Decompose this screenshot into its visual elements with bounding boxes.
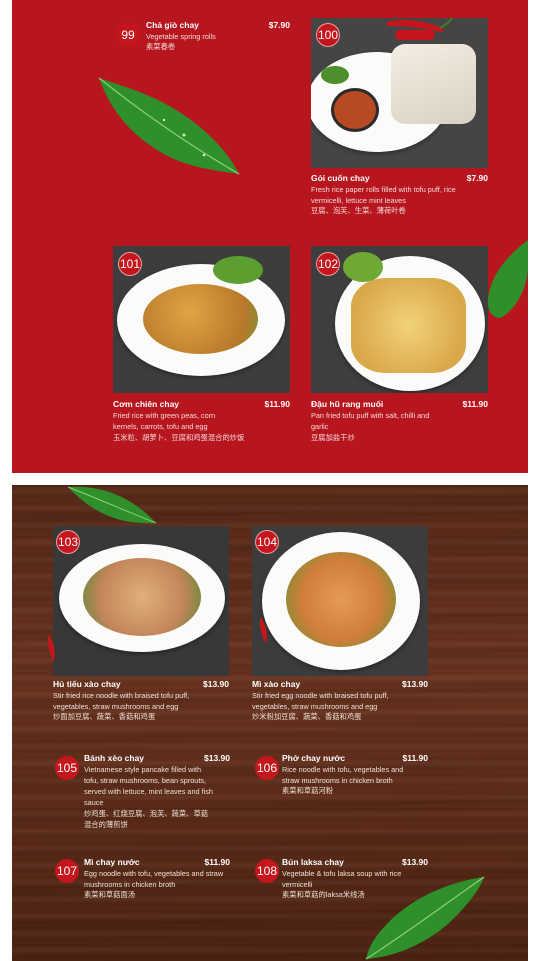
item-number-badge: 105: [55, 756, 79, 780]
item-name: Bún laksa chay: [282, 857, 344, 867]
dish-photo-104: [252, 526, 428, 676]
item-name: Mì xào chay: [252, 679, 301, 689]
item-name: Chả giò chay: [146, 20, 199, 30]
item-chinese-name: 炒鸡蛋、红烧豆腐、泡芙、蔬菜、草菇混合的薄煎饼: [84, 809, 209, 829]
item-price: $11.90: [264, 399, 290, 409]
menu-item-104: Mì xào chay $13.90 Stir fried egg noodle…: [252, 679, 428, 725]
item-price: $13.90: [402, 857, 428, 867]
item-description: Pan fried tofu puff with salt, chilli an…: [311, 411, 430, 431]
dish-photo-103: [53, 526, 229, 676]
item-price: $11.90: [462, 399, 488, 409]
item-name: Hủ tiếu xào chay: [53, 679, 121, 689]
item-number-badge: 100: [316, 23, 340, 47]
item-chinese-name: 素菜和草菇面汤: [84, 890, 136, 899]
item-description: Egg noodle with tofu, vegetables and str…: [84, 869, 224, 889]
item-chinese-name: 素菜春卷: [146, 42, 176, 51]
chilli-icon: [48, 635, 55, 661]
item-name: Gỏi cuốn chay: [311, 173, 370, 183]
item-name: Mì chay nước: [84, 857, 140, 867]
item-number-badge: 104: [255, 530, 279, 554]
item-number-badge: 102: [316, 252, 340, 276]
item-description: Fried rice with green peas, corn kernels…: [113, 411, 216, 431]
item-chinese-name: 素菜和草菇河粉: [282, 786, 334, 795]
item-number-badge: 103: [56, 530, 80, 554]
item-chinese-name: 炒面加豆腐、蔬菜、香菇和鸡蛋: [53, 712, 156, 721]
menu-item-100: Gỏi cuốn chay $7.90 Fresh rice paper rol…: [311, 173, 488, 219]
menu-item-105: Bánh xèo chay $13.90 Vietnamese style pa…: [84, 753, 230, 833]
leaf-icon: [67, 486, 157, 524]
item-number-badge: 107: [55, 859, 79, 883]
menu-page-wood: 103 Hủ tiếu xào chay $13.90 Stir fried r…: [12, 485, 528, 961]
menu-item-102: Đậu hũ rang muối $11.90 Pan fried tofu p…: [311, 399, 488, 447]
menu-item-99: Chả giò chay $7.90 Vegetable spring roll…: [146, 20, 290, 60]
menu-page-red: 99 Chả giò chay $7.90 Vegetable spring r…: [12, 0, 528, 473]
item-chinese-name: 豆腐加盐干炒: [311, 433, 355, 442]
item-description: Stir fried rice noodle with braised tofu…: [53, 691, 190, 711]
leaf-icon: [365, 876, 485, 960]
item-price: $7.90: [268, 20, 290, 30]
menu-item-106: Phở chay nước $11.90 Rice noodle with to…: [282, 753, 428, 801]
leaf-icon: [487, 240, 528, 318]
item-number-badge: 106: [255, 756, 279, 780]
item-chinese-name: 玉米粒、胡萝卜、豆腐和鸡蛋混合的炒饭: [113, 433, 245, 442]
item-description: Vegetable spring rolls: [146, 32, 216, 41]
item-chinese-name: 豆腐、泡芙、生菜、薄荷叶卷: [311, 206, 406, 215]
item-number-badge: 99: [116, 23, 140, 47]
item-number-badge: 108: [255, 859, 279, 883]
chilli-icon: [260, 617, 267, 643]
item-description: Vietnamese style pancake filled with tof…: [84, 765, 213, 807]
item-chinese-name: 炒米粉加豆腐、蔬菜、香菇和鸡蛋: [252, 712, 362, 721]
item-chinese-name: 素菜和草菇的laksa米线汤: [282, 890, 365, 899]
item-description: Rice noodle with tofu, vegetables and st…: [282, 765, 404, 785]
item-price: $13.90: [203, 679, 229, 689]
item-description: Fresh rice paper rolls filled with tofu …: [311, 185, 456, 205]
item-name: Phở chay nước: [282, 753, 346, 763]
item-price: $13.90: [402, 679, 428, 689]
item-price: $13.90: [204, 753, 230, 763]
item-name: Đậu hũ rang muối: [311, 399, 384, 409]
item-price: $11.90: [204, 857, 230, 867]
item-price: $7.90: [466, 173, 488, 183]
item-price: $11.90: [402, 753, 428, 763]
leaf-icon: [98, 77, 240, 175]
item-name: Bánh xèo chay: [84, 753, 144, 763]
item-number-badge: 101: [118, 252, 142, 276]
item-name: Cơm chiên chay: [113, 399, 180, 409]
chilli-icon: [386, 17, 453, 32]
menu-item-101: Cơm chiên chay $11.90 Fried rice with gr…: [113, 399, 290, 447]
menu-item-103: Hủ tiếu xào chay $13.90 Stir fried rice …: [53, 679, 229, 725]
item-description: Stir fried egg noodle with braised tofu …: [252, 691, 389, 711]
menu-item-107: Mì chay nước $11.90 Egg noodle with tofu…: [84, 857, 230, 905]
